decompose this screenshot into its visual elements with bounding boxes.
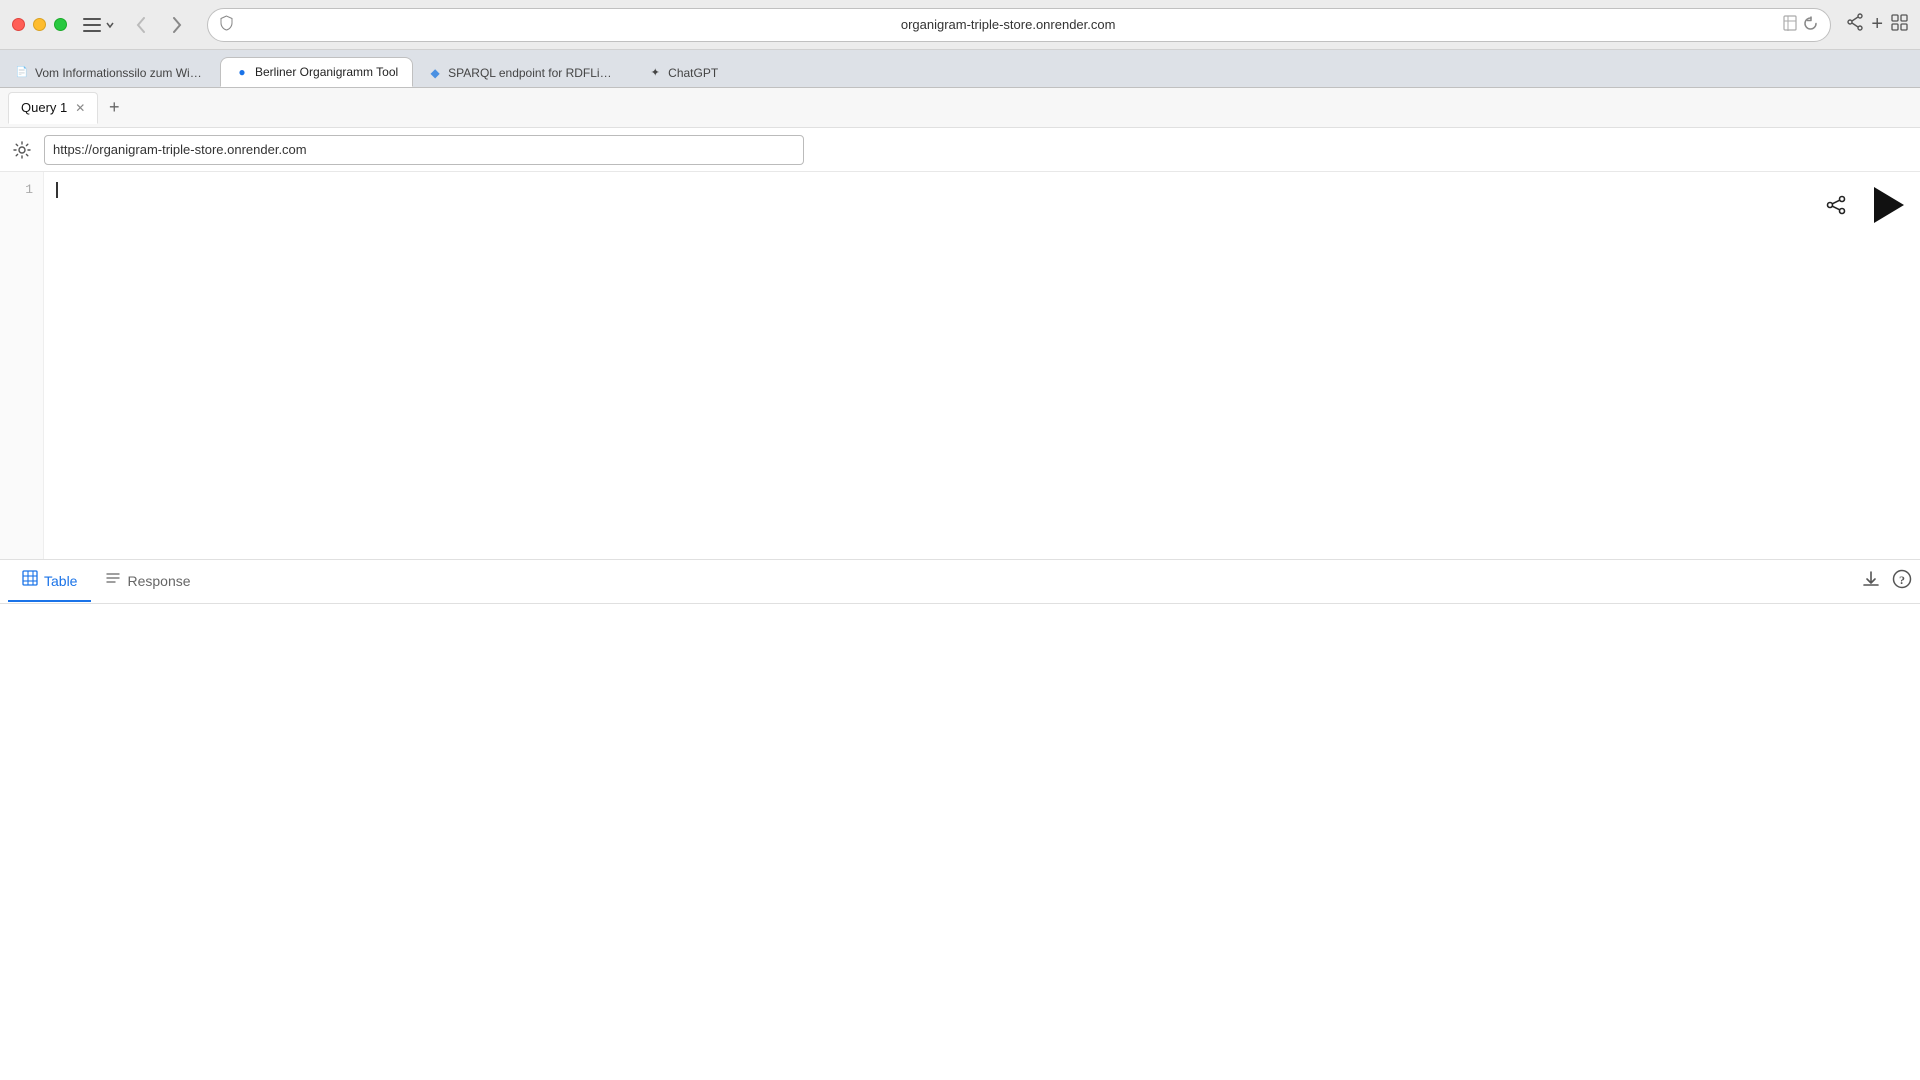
- browser-tab-3[interactable]: ◆ SPARQL endpoint for RDFLib graph: [413, 57, 633, 87]
- settings-icon[interactable]: [8, 136, 36, 164]
- browser-tab-4[interactable]: ✦ ChatGPT: [633, 57, 733, 87]
- tab-label-3: SPARQL endpoint for RDFLib graph: [448, 66, 618, 80]
- traffic-lights: [12, 18, 67, 31]
- tab-label-4: ChatGPT: [668, 66, 718, 80]
- address-text: organigram-triple-store.onrender.com: [239, 17, 1777, 32]
- query-tab-1[interactable]: Query 1 ✕: [8, 92, 98, 124]
- editor-area[interactable]: [44, 172, 1920, 559]
- query-tab-close-1[interactable]: ✕: [75, 102, 85, 114]
- query-tabs-bar: Query 1 ✕ +: [0, 88, 1920, 128]
- results-content: [0, 604, 1920, 1080]
- result-tab-response[interactable]: Response: [91, 562, 204, 602]
- editor-actions: [1818, 184, 1908, 226]
- address-actions: [1783, 15, 1818, 34]
- maximize-button[interactable]: [54, 18, 67, 31]
- svg-text:?: ?: [1899, 573, 1905, 587]
- browser-tab-2[interactable]: ● Berliner Organigramm Tool: [220, 57, 413, 87]
- grid-icon[interactable]: [1891, 14, 1908, 36]
- result-tab-table[interactable]: Table: [8, 562, 91, 602]
- bookmark-icon[interactable]: [1783, 15, 1797, 34]
- line-numbers: 1: [0, 172, 44, 559]
- response-tab-label: Response: [127, 573, 190, 589]
- refresh-icon[interactable]: [1803, 16, 1818, 34]
- shield-icon: [220, 15, 233, 34]
- back-button[interactable]: [127, 11, 155, 39]
- query-editor[interactable]: 1: [0, 172, 1920, 560]
- tab-label-2: Berliner Organigramm Tool: [255, 65, 398, 79]
- editor-cursor: [56, 182, 58, 198]
- browser-tabs-bar: 📄 Vom Informationssilo zum Wissensnetzwe…: [0, 50, 1920, 88]
- run-query-button[interactable]: [1866, 184, 1908, 226]
- forward-button[interactable]: [163, 11, 191, 39]
- results-actions: ?: [1862, 569, 1912, 594]
- table-tab-icon: [22, 570, 38, 591]
- download-button[interactable]: [1862, 570, 1880, 593]
- help-button[interactable]: ?: [1892, 569, 1912, 594]
- table-tab-label: Table: [44, 573, 77, 589]
- address-bar[interactable]: organigram-triple-store.onrender.com: [207, 8, 1831, 42]
- add-tab-icon[interactable]: +: [1871, 13, 1883, 36]
- endpoint-input[interactable]: [44, 135, 804, 165]
- title-bar: organigram-triple-store.onrender.com: [0, 0, 1920, 50]
- tab-favicon-2: ●: [235, 65, 249, 79]
- line-number-1: 1: [25, 182, 33, 197]
- browser-window: organigram-triple-store.onrender.com: [0, 0, 1920, 1080]
- browser-tab-1[interactable]: 📄 Vom Informationssilo zum Wissensnetzwe…: [0, 57, 220, 87]
- endpoint-row: [0, 128, 1920, 172]
- results-tabs-bar: Table Response: [0, 560, 1920, 604]
- add-query-tab-button[interactable]: +: [100, 94, 128, 122]
- results-area: Table Response: [0, 560, 1920, 1080]
- sidebar-toggle[interactable]: [83, 18, 115, 32]
- share-browser-icon[interactable]: [1847, 13, 1863, 36]
- tab-favicon-1: 📄: [15, 66, 29, 80]
- query-tab-label-1: Query 1: [21, 100, 67, 115]
- browser-actions: +: [1847, 13, 1908, 36]
- tab-favicon-4: ✦: [648, 66, 662, 80]
- close-button[interactable]: [12, 18, 25, 31]
- run-icon: [1874, 187, 1904, 223]
- tab-label-1: Vom Informationssilo zum Wissensnetzwerk: [35, 66, 205, 80]
- response-tab-icon: [105, 570, 121, 591]
- tab-favicon-3: ◆: [428, 66, 442, 80]
- app-content: Query 1 ✕ + 1: [0, 88, 1920, 1080]
- share-query-button[interactable]: [1818, 187, 1854, 223]
- minimize-button[interactable]: [33, 18, 46, 31]
